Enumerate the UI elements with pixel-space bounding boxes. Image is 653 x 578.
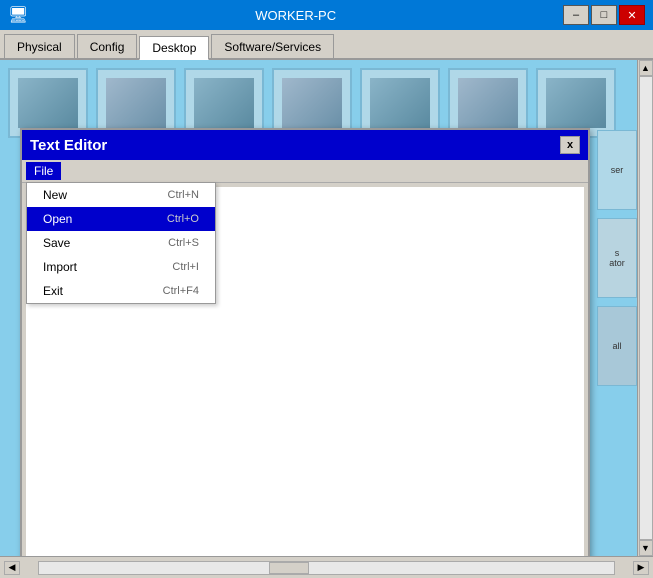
tab-software[interactable]: Software/Services	[211, 34, 334, 58]
file-menu[interactable]: File	[26, 162, 61, 180]
close-button[interactable]: ✕	[619, 5, 645, 25]
tab-bar: Physical Config Desktop Software/Service…	[0, 30, 653, 60]
tab-physical[interactable]: Physical	[4, 34, 75, 58]
editor-title: Text Editor	[30, 137, 107, 154]
menu-item-save[interactable]: Save Ctrl+S	[27, 231, 215, 255]
icon-image-6	[458, 78, 518, 128]
scroll-down-button[interactable]: ▼	[639, 540, 653, 556]
horizontal-scrollbar-track[interactable]	[38, 561, 615, 575]
scroll-left-button[interactable]: ◀	[4, 561, 20, 575]
vertical-scrollbar[interactable]: ▲ ▼	[637, 60, 653, 556]
bottom-scrollbar: ◀ ▶	[0, 556, 653, 578]
icon-image-1	[18, 78, 78, 128]
file-dropdown-menu: New Ctrl+N Open Ctrl+O Save Ctrl+S Impor…	[26, 182, 216, 304]
icon-image-5	[370, 78, 430, 128]
window-controls: – □ ✕	[563, 5, 645, 25]
text-editor-window: Text Editor x File New Ctrl+N Open Ctrl+…	[20, 128, 590, 556]
menu-item-import[interactable]: Import Ctrl+I	[27, 255, 215, 279]
right-icon-1[interactable]: ser	[597, 130, 637, 210]
icon-image-3	[194, 78, 254, 128]
scrollbar-v-track[interactable]	[639, 76, 653, 540]
scroll-right-button[interactable]: ▶	[633, 561, 649, 575]
icon-image-7	[546, 78, 606, 128]
icon-image-2	[106, 78, 166, 128]
scrollbar-thumb[interactable]	[269, 562, 309, 574]
right-panel: ser sator all	[597, 130, 637, 386]
tab-desktop[interactable]: Desktop	[139, 36, 209, 60]
scroll-up-button[interactable]: ▲	[639, 60, 653, 76]
menu-item-open[interactable]: Open Ctrl+O	[27, 207, 215, 231]
menu-item-exit[interactable]: Exit Ctrl+F4	[27, 279, 215, 303]
app-logo: 🖥	[8, 5, 28, 25]
editor-close-button[interactable]: x	[560, 136, 580, 154]
icon-image-4	[282, 78, 342, 128]
right-icon-3[interactable]: all	[597, 306, 637, 386]
maximize-button[interactable]: □	[591, 5, 617, 25]
title-bar: 🖥 WORKER-PC – □ ✕	[0, 0, 653, 30]
main-content: ser sator all ▲ ▼ Text Editor x File New…	[0, 60, 653, 556]
window-title: WORKER-PC	[28, 8, 563, 23]
editor-title-bar: Text Editor x	[22, 130, 588, 160]
menu-item-new[interactable]: New Ctrl+N	[27, 183, 215, 207]
tab-config[interactable]: Config	[77, 34, 138, 58]
editor-menu-bar: File	[22, 160, 588, 183]
minimize-button[interactable]: –	[563, 5, 589, 25]
right-icon-2[interactable]: sator	[597, 218, 637, 298]
